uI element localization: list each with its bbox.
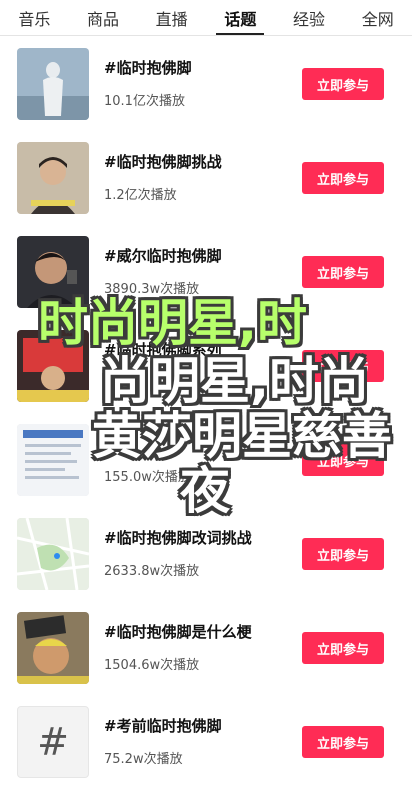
join-button[interactable]: 立即参与 bbox=[302, 632, 384, 664]
tab-products[interactable]: 商品 bbox=[69, 0, 138, 35]
topic-play-count: 3890.3w次播放 bbox=[104, 282, 200, 297]
tab-topics[interactable]: 话题 bbox=[206, 0, 275, 35]
join-button[interactable]: 立即参与 bbox=[302, 68, 384, 100]
category-tabs: 音乐 商品 直播 话题 经验 全网 bbox=[0, 0, 412, 36]
topic-row[interactable]: # #考前临时抱佛脚 75.2w次播放 立即参与 bbox=[0, 694, 412, 788]
topic-title: #临时抱佛脚系列 bbox=[104, 341, 222, 359]
topic-row[interactable]: #临时抱佛脚是什么梗 1504.6w次播放 立即参与 bbox=[0, 600, 412, 694]
person-thumbnail bbox=[17, 236, 89, 308]
tab-experience[interactable]: 经验 bbox=[275, 0, 344, 35]
join-button[interactable]: 立即参与 bbox=[302, 538, 384, 570]
person-thumbnail bbox=[17, 142, 89, 214]
tab-all-web[interactable]: 全网 bbox=[343, 0, 412, 35]
topic-row[interactable]: #临时抱佛脚系列 立即参与 bbox=[0, 318, 412, 412]
join-button[interactable]: 立即参与 bbox=[302, 350, 384, 382]
join-button[interactable]: 立即参与 bbox=[302, 726, 384, 758]
scene-thumbnail bbox=[17, 330, 89, 402]
topic-title: #临时抱佛脚挑战 bbox=[104, 153, 222, 171]
topic-row[interactable]: #临时抱佛脚挑战 1.2亿次播放 立即参与 bbox=[0, 130, 412, 224]
topic-title: #临时抱佛脚是什么梗 bbox=[104, 623, 252, 641]
topic-play-count: 1.2亿次播放 bbox=[104, 188, 177, 203]
document-thumbnail bbox=[17, 424, 89, 496]
tab-music[interactable]: 音乐 bbox=[0, 0, 69, 35]
topic-list: #临时抱佛脚 10.1亿次播放 立即参与 #临时抱佛脚挑战 1.2亿次播放 立即… bbox=[0, 36, 412, 788]
join-button[interactable]: 立即参与 bbox=[302, 256, 384, 288]
topic-title: #临时抱佛脚改词挑战 bbox=[104, 529, 252, 547]
topic-play-count: 1504.6w次播放 bbox=[104, 658, 200, 673]
hashtag-icon: # bbox=[17, 706, 89, 778]
topic-play-count: 2633.8w次播放 bbox=[104, 564, 200, 579]
join-button[interactable]: 立即参与 bbox=[302, 444, 384, 476]
topic-title: #威尔临时抱佛脚 bbox=[104, 247, 222, 265]
statue-thumbnail bbox=[17, 48, 89, 120]
join-button[interactable]: 立即参与 bbox=[302, 162, 384, 194]
tab-live[interactable]: 直播 bbox=[137, 0, 206, 35]
topic-title: #临时抱佛脚 bbox=[104, 59, 192, 77]
topic-title: #考前临时抱佛脚 bbox=[104, 717, 222, 735]
topic-row[interactable]: 155.0w次播放 立即参与 bbox=[0, 412, 412, 506]
topic-row[interactable]: #临时抱佛脚 10.1亿次播放 立即参与 bbox=[0, 36, 412, 130]
topic-play-count: 10.1亿次播放 bbox=[104, 94, 185, 109]
topic-play-count: 155.0w次播放 bbox=[104, 470, 191, 485]
person-thumbnail bbox=[17, 612, 89, 684]
topic-row[interactable]: #威尔临时抱佛脚 3890.3w次播放 立即参与 bbox=[0, 224, 412, 318]
topic-row[interactable]: #临时抱佛脚改词挑战 2633.8w次播放 立即参与 bbox=[0, 506, 412, 600]
map-thumbnail bbox=[17, 518, 89, 590]
topic-play-count: 75.2w次播放 bbox=[104, 752, 183, 767]
